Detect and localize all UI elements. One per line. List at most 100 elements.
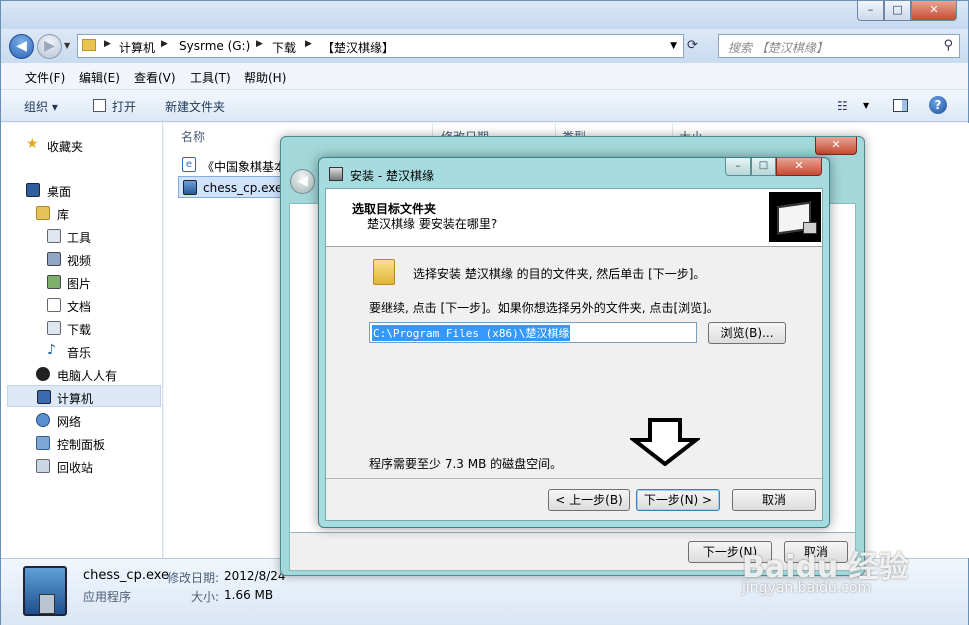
sidebar-label: 下载 [67, 323, 92, 337]
next-button[interactable]: 下一步(N) > [636, 489, 720, 511]
browse-button[interactable]: 浏览(B)... [708, 322, 786, 344]
recent-pages-dropdown-icon[interactable]: ▼ [64, 41, 70, 50]
disk-space-text: 程序需要至少 7.3 MB 的磁盘空间。 [369, 457, 563, 471]
open-button[interactable]: 打开 [112, 98, 136, 115]
preview-pane-icon[interactable] [893, 99, 908, 112]
menu-edit[interactable]: 编辑(E) [79, 69, 120, 86]
breadcrumb-separator[interactable]: ▶ [104, 39, 111, 49]
sidebar-label: 库 [57, 208, 70, 222]
sidebar-item-downloads[interactable]: 下载 [1, 317, 161, 339]
sidebar-item-recycle-bin[interactable]: 回收站 [1, 455, 161, 477]
organize-button[interactable]: 组织 ▾ [24, 98, 58, 115]
breadcrumb-separator[interactable]: ▶ [161, 39, 168, 49]
close-button[interactable]: ✕ [776, 158, 822, 176]
sidebar-item-everyone[interactable]: 电脑人人有 [1, 363, 161, 385]
sidebar-label: 视频 [67, 254, 92, 268]
breadcrumb-separator[interactable]: ▶ [256, 39, 263, 49]
breadcrumb-downloads[interactable]: 下载 [272, 39, 296, 56]
installer-icon [23, 566, 67, 616]
sidebar-item-desktop[interactable]: 桌面 [1, 179, 161, 201]
download-folder-icon [47, 321, 61, 335]
installer-computer-icon [769, 192, 821, 242]
cancel-button[interactable]: 取消 [784, 541, 848, 563]
sidebar-label: 回收站 [57, 461, 94, 475]
ie-document-icon: e [182, 157, 196, 172]
close-button[interactable]: ✕ [911, 1, 957, 21]
wizard-title: 安装 - 楚汉棋缘 [350, 169, 434, 183]
column-header-name[interactable]: 名称 [181, 128, 205, 145]
breadcrumb-computer[interactable]: 计算机 [119, 39, 155, 56]
sidebar-item-documents[interactable]: 文档 [1, 294, 161, 316]
navigation-bar: ◀ ▶ ▼ ▶ 计算机 ▶ Sysrme (G:) ▶ 下载 ▶ 【楚汉棋缘】 … [1, 29, 968, 63]
address-dropdown-icon[interactable]: ▼ [670, 41, 677, 51]
sidebar-label: 工具 [67, 231, 92, 245]
minimize-button[interactable]: – [725, 158, 751, 176]
next-button[interactable]: 下一步(N) [688, 541, 772, 563]
desktop-icon [26, 183, 40, 197]
sidebar-item-network[interactable]: 网络 [1, 409, 161, 431]
close-button[interactable]: ✕ [815, 137, 857, 155]
outer-dialog-footer: 下一步(N) 取消 [289, 533, 856, 571]
view-dropdown-icon[interactable]: ▼ [863, 101, 869, 110]
file-name: chess_cp.exe [203, 181, 282, 195]
sidebar-label: 计算机 [57, 392, 94, 406]
details-type: 应用程序 [83, 590, 132, 604]
menu-view[interactable]: 查看(V) [134, 69, 176, 86]
menu-file[interactable]: 文件(F) [25, 69, 65, 86]
network-icon [36, 413, 50, 427]
sidebar-item-computer[interactable]: 计算机 [7, 385, 161, 407]
sidebar-label: 收藏夹 [47, 140, 84, 154]
help-icon[interactable]: ? [929, 96, 947, 114]
file-row-selected[interactable]: chess_cp.exe [178, 176, 282, 198]
menu-help[interactable]: 帮助(H) [244, 69, 286, 86]
address-bar[interactable]: ▶ 计算机 ▶ Sysrme (G:) ▶ 下载 ▶ 【楚汉棋缘】 ▼ [77, 34, 684, 58]
refresh-icon[interactable]: ⟳ [687, 38, 709, 56]
music-icon: ♪ [47, 342, 56, 358]
menu-tools[interactable]: 工具(T) [190, 69, 231, 86]
library-icon [36, 206, 50, 220]
control-panel-icon [36, 436, 50, 450]
document-icon [47, 298, 61, 312]
picture-icon [47, 275, 61, 289]
view-options-icon[interactable]: ☷ [837, 99, 848, 113]
maximize-button[interactable]: □ [884, 1, 911, 21]
breadcrumb-separator[interactable]: ▶ [305, 39, 312, 49]
instruction-text: 选择安装 楚汉棋缘 的目的文件夹, 然后单击 [下一步]。 [413, 267, 706, 281]
details-filename: chess_cp.exe [83, 568, 170, 583]
search-icon[interactable]: ⚲ [943, 38, 953, 53]
sidebar-item-music[interactable]: ♪ 音乐 [1, 340, 161, 362]
minimize-button[interactable]: – [857, 1, 884, 21]
back-button[interactable]: ◀ [9, 34, 34, 59]
cancel-button[interactable]: 取消 [732, 489, 816, 511]
open-icon [93, 99, 106, 112]
installer-icon [183, 180, 197, 195]
file-name: 《中国象棋基本 [202, 160, 282, 174]
computer-icon [37, 390, 51, 404]
file-row[interactable]: e 《中国象棋基本 [178, 154, 282, 176]
folder-icon [82, 39, 96, 51]
sidebar-item-tools[interactable]: 工具 [1, 225, 161, 247]
sidebar-item-libraries[interactable]: 库 [1, 202, 161, 224]
maximize-button[interactable]: □ [751, 158, 776, 176]
setup-icon [329, 167, 343, 181]
sidebar-item-pictures[interactable]: 图片 [1, 271, 161, 293]
sidebar-label: 音乐 [67, 346, 92, 360]
install-path-input[interactable]: C:\Program Files (x86)\楚汉棋缘 [369, 322, 697, 343]
sidebar-label: 电脑人人有 [57, 369, 118, 383]
forward-button[interactable]: ▶ [37, 34, 62, 59]
command-bar: 组织 ▾ 打开 新建文件夹 ☷ ▼ ? [1, 90, 968, 122]
menu-bar: 文件(F) 编辑(E) 查看(V) 工具(T) 帮助(H) [1, 63, 968, 90]
star-icon: ★ [26, 136, 39, 152]
folder-icon [373, 259, 395, 285]
new-folder-button[interactable]: 新建文件夹 [165, 98, 225, 115]
sidebar-item-videos[interactable]: 视频 [1, 248, 161, 270]
sidebar-item-control-panel[interactable]: 控制面板 [1, 432, 161, 454]
sidebar-item-favorites[interactable]: ★ 收藏夹 [1, 134, 161, 156]
sidebar-label: 图片 [67, 277, 92, 291]
breadcrumb-drive[interactable]: Sysrme (G:) [179, 39, 250, 53]
details-size-value: 1.66 MB [224, 588, 274, 602]
search-input[interactable]: 搜索 【楚汉棋缘】 ⚲ [718, 34, 960, 58]
back-button[interactable]: ◀ [290, 169, 315, 194]
previous-button[interactable]: < 上一步(B) [548, 489, 630, 511]
breadcrumb-current-folder[interactable]: 【楚汉棋缘】 [322, 39, 394, 56]
